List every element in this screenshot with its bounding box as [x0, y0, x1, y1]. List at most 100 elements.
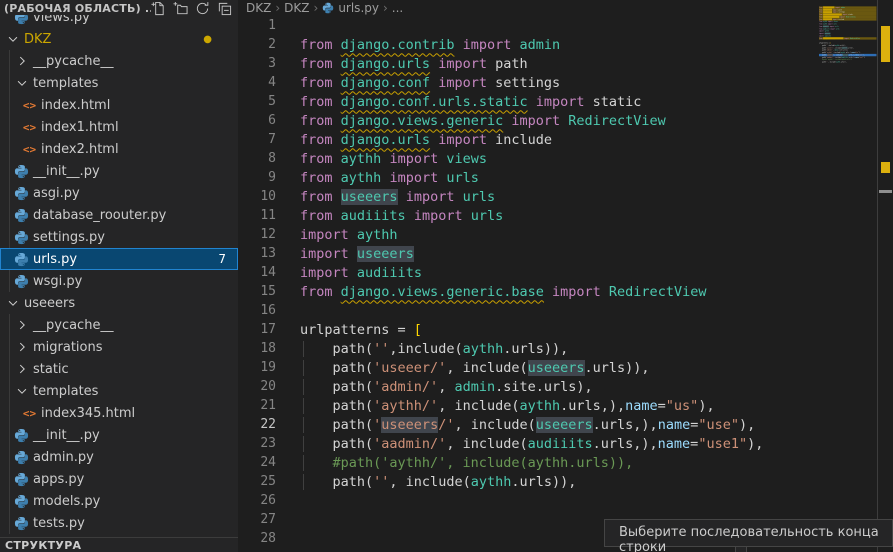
tree-item-wsgi-py[interactable]: wsgi.py	[0, 270, 238, 292]
code-line-content[interactable]: import useeers	[276, 246, 414, 262]
code-line-content[interactable]: path('admin/', admin.site.urls),	[276, 379, 593, 395]
tree-item-label: static	[33, 362, 69, 377]
refresh-icon[interactable]	[195, 1, 210, 16]
tree-item-templates[interactable]: templates	[0, 380, 238, 402]
breadcrumb-item[interactable]: DKZ	[246, 1, 271, 15]
tree-item-admin-py[interactable]: admin.py	[0, 446, 238, 468]
code-line-content[interactable]: path('aadmin/', include(audiiits.urls,),…	[276, 436, 763, 452]
code-line-content[interactable]: import audiiits	[276, 265, 422, 281]
editor-pane: DKZ›DKZ›urls.py›... 1 2from django.contr…	[238, 0, 893, 552]
code-line-6: 6from django.views.generic import Redire…	[238, 111, 819, 130]
line-number: 22	[238, 417, 276, 432]
code-line-content[interactable]: from django.urls import path	[276, 56, 528, 72]
collapse-all-icon[interactable]	[217, 1, 232, 16]
python-icon	[14, 472, 29, 487]
python-icon	[14, 164, 29, 179]
eol-tooltip-arrow	[735, 547, 747, 552]
tree-item--pycache-[interactable]: __pycache__	[0, 50, 238, 72]
chevron-right-icon	[15, 318, 29, 332]
code-line-content[interactable]: from django.views.generic import Redirec…	[276, 113, 666, 129]
code-line-13: 13import useeers	[238, 244, 819, 263]
eol-tooltip: Выберите последовательность конца строки	[604, 519, 893, 547]
tree-item-migrations[interactable]: migrations	[0, 336, 238, 358]
code-line-content[interactable]	[276, 531, 308, 547]
code-line-content[interactable]	[276, 512, 308, 528]
scrollbar-slider-edge	[879, 190, 892, 193]
problems-count-badge: 7	[218, 252, 226, 266]
tree-item-index-html[interactable]: <>index.html	[0, 94, 238, 116]
chevron-down-icon	[15, 384, 29, 398]
minimap[interactable]: from django.contrib import adminfrom dja…	[819, 4, 877, 544]
code-line-content[interactable]: #path('aythh/', include(aythh.urls)),	[276, 455, 633, 471]
code-line-content[interactable]: path('aythh/', include(aythh.urls,),name…	[276, 398, 715, 414]
code-line-8: 8from aythh import views	[238, 149, 819, 168]
code-line-content[interactable]	[276, 18, 308, 34]
line-number: 19	[238, 360, 276, 375]
tree-item-label: DKZ	[24, 32, 51, 47]
code-line-content[interactable]: from django.urls import include	[276, 132, 552, 148]
code-line-content[interactable]	[276, 493, 308, 509]
code-line-content[interactable]: path('useeers/', include(useeers.urls,),…	[276, 417, 755, 433]
tree-item-asgi-py[interactable]: asgi.py	[0, 182, 238, 204]
tree-item-label: __pycache__	[33, 318, 113, 333]
line-number: 10	[238, 189, 276, 204]
new-file-icon[interactable]	[151, 1, 166, 16]
code-line-content[interactable]: import aythh	[276, 227, 398, 243]
tree-item-templates[interactable]: templates	[0, 72, 238, 94]
line-number: 24	[238, 455, 276, 470]
tree-item-label: migrations	[33, 340, 103, 355]
tree-item-label: database_roouter.py	[33, 208, 166, 223]
tree-item-index345-html[interactable]: <>index345.html	[0, 402, 238, 424]
breadcrumb-item[interactable]: ...	[392, 1, 403, 15]
code-area[interactable]: 1 2from django.contrib import admin3from…	[238, 16, 819, 548]
overview-ruler-scrollbar[interactable]	[877, 0, 893, 552]
code-line-content[interactable]: from django.views.generic.base import Re…	[276, 284, 706, 300]
tree-item--init-py[interactable]: __init__.py	[0, 160, 238, 182]
code-line-content[interactable]	[276, 303, 308, 319]
minimap-line	[819, 68, 877, 70]
tree-item-index2-html[interactable]: <>index2.html	[0, 138, 238, 160]
line-number: 13	[238, 246, 276, 261]
tree-item-urls-py[interactable]: urls.py7	[0, 248, 238, 270]
tree-item-tests-py[interactable]: tests.py	[0, 512, 238, 534]
tree-item-index1-html[interactable]: <>index1.html	[0, 116, 238, 138]
outline-section-header[interactable]: СТРУКТУРА	[0, 537, 238, 552]
code-line-content[interactable]: path('',include(aythh.urls)),	[276, 341, 568, 357]
tree-item-database-roouter-py[interactable]: database_roouter.py	[0, 204, 238, 226]
tree-item-static[interactable]: static	[0, 358, 238, 380]
code-line-content[interactable]: from audiiits import urls	[276, 208, 503, 224]
explorer-section-header: (РАБОЧАЯ ОБЛАСТЬ) ...	[0, 0, 238, 15]
code-line-content[interactable]: from django.conf import settings	[276, 75, 560, 91]
tree-item-settings-py[interactable]: settings.py	[0, 226, 238, 248]
python-icon	[14, 428, 29, 443]
tree-item--init-py[interactable]: __init__.py	[0, 424, 238, 446]
warning-mark	[881, 26, 890, 62]
code-line-content[interactable]: from aythh import views	[276, 151, 487, 167]
chevron-right-icon	[15, 340, 29, 354]
tree-item--pycache-[interactable]: __pycache__	[0, 314, 238, 336]
code-line-content[interactable]: urlpatterns = [	[276, 322, 422, 338]
code-line-content[interactable]: from django.contrib import admin	[276, 37, 560, 53]
breadcrumb-item[interactable]: urls.py	[322, 1, 379, 15]
code-line-content[interactable]: path('useeer/', include(useeers.urls)),	[276, 360, 650, 376]
breadcrumb-separator: ›	[274, 1, 281, 15]
line-number: 3	[238, 56, 276, 71]
html-icon: <>	[23, 407, 36, 420]
tree-item-useeers[interactable]: useeers	[0, 292, 238, 314]
tree-item-apps-py[interactable]: apps.py	[0, 468, 238, 490]
code-line-content[interactable]: from aythh import urls	[276, 170, 479, 186]
breadcrumb-item[interactable]: DKZ	[284, 1, 309, 15]
line-number: 28	[238, 531, 276, 546]
line-number: 27	[238, 512, 276, 527]
tree-item-dkz[interactable]: DKZ●	[0, 28, 238, 50]
tree-item-label: index2.html	[41, 142, 119, 157]
tree-item-models-py[interactable]: models.py	[0, 490, 238, 512]
code-line-content[interactable]: from useeers import urls	[276, 189, 495, 205]
line-number: 23	[238, 436, 276, 451]
line-number: 8	[238, 151, 276, 166]
python-icon	[14, 186, 29, 201]
new-folder-icon[interactable]	[173, 1, 188, 16]
code-line-1: 1	[238, 16, 819, 35]
code-line-content[interactable]: from django.conf.urls.static import stat…	[276, 94, 641, 110]
code-line-content[interactable]: path('', include(aythh.urls)),	[276, 474, 576, 490]
